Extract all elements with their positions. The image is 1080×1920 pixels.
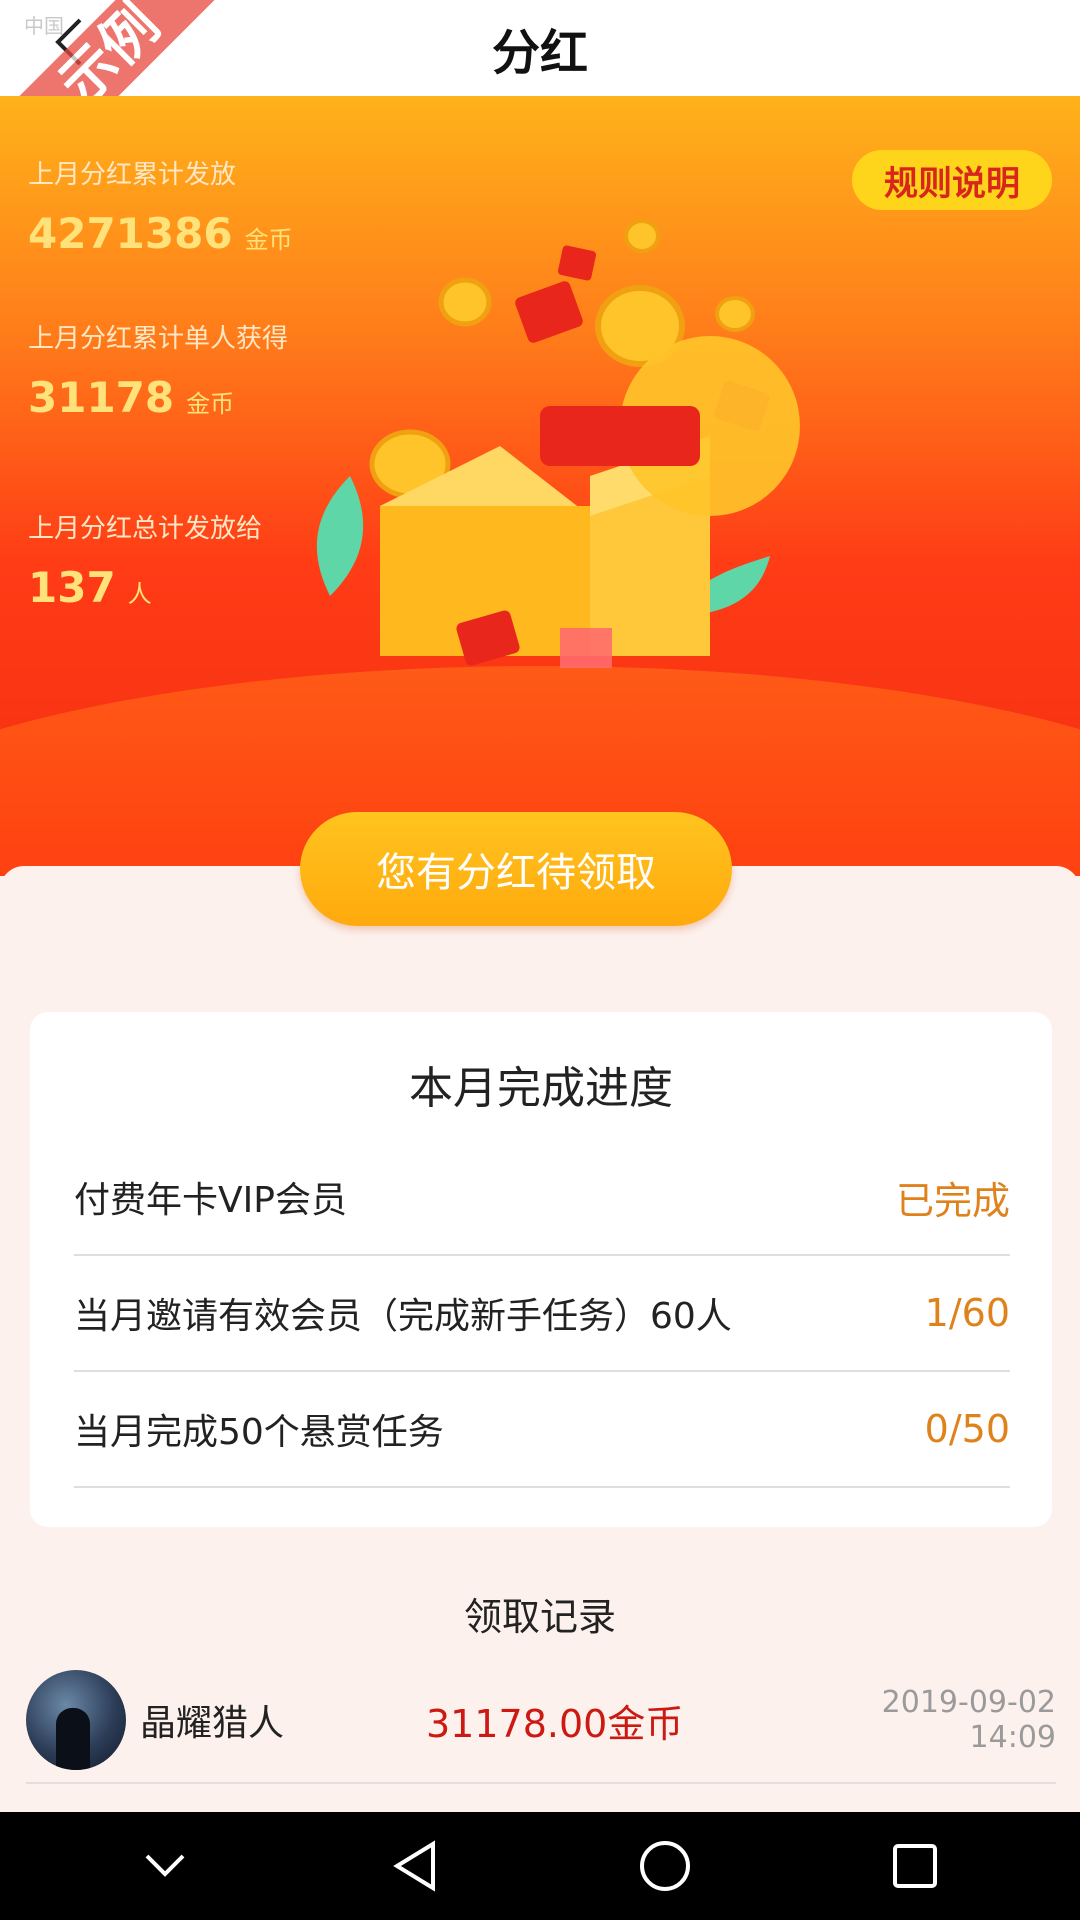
- task-status: 已完成: [895, 1178, 1010, 1223]
- record-user-name: 晶耀猎人: [140, 1703, 285, 1744]
- avatar-silhouette: [56, 1708, 90, 1770]
- record-amount: 31178.00金币: [426, 1701, 684, 1746]
- task-row: 当月邀请有效会员（完成新手任务）60人 1/60: [74, 1256, 1010, 1372]
- progress-title: 本月完成进度: [409, 1063, 673, 1114]
- system-navigation-bar: [0, 1812, 1080, 1920]
- task-name: 当月邀请有效会员（完成新手任务）60人: [74, 1296, 732, 1337]
- stat-value: 4271386: [28, 209, 233, 258]
- monthly-progress-card: 本月完成进度 付费年卡VIP会员 已完成 当月邀请有效会员（完成新手任务）60人…: [30, 1012, 1052, 1527]
- stat-label: 上月分红累计单人获得: [28, 324, 289, 354]
- task-status: 1/60: [924, 1291, 1010, 1335]
- chevron-down-icon: [145, 1854, 185, 1877]
- home-circle-icon: [640, 1841, 690, 1891]
- recents-square-icon: [893, 1844, 937, 1888]
- nav-home-button[interactable]: [620, 1821, 710, 1911]
- stat-recipients: 上月分红总计发放给 137 人: [28, 508, 262, 612]
- task-name: 当月完成50个悬赏任务: [74, 1412, 444, 1453]
- avatar: [26, 1670, 126, 1770]
- task-row: 付费年卡VIP会员 已完成: [74, 1140, 1010, 1256]
- claim-dividend-button[interactable]: 您有分红待领取: [300, 812, 732, 926]
- record-time: 2019-09-02 14:09: [881, 1685, 1056, 1755]
- page-title: 分红: [491, 25, 588, 81]
- watermark-caption: 中国: [24, 14, 64, 38]
- task-name: 付费年卡VIP会员: [74, 1180, 347, 1221]
- nav-back-button[interactable]: [370, 1821, 460, 1911]
- back-triangle-icon: [393, 1840, 435, 1892]
- stat-total-issued: 上月分红累计发放 4271386 金币: [28, 154, 293, 258]
- rules-button[interactable]: 规则说明: [852, 150, 1052, 210]
- dividend-banner: 上月分红累计发放 4271386 金币 上月分红累计单人获得 31178 金币 …: [0, 96, 1080, 876]
- treasure-chest-illustration: [316, 219, 800, 668]
- stat-unit: 人: [127, 580, 152, 608]
- task-row: 当月完成50个悬赏任务 0/50: [74, 1372, 1010, 1488]
- records-title: 领取记录: [463, 1595, 616, 1639]
- record-divider: [26, 1782, 1056, 1784]
- stat-single-max: 上月分红累计单人获得 31178 金币: [28, 318, 288, 422]
- stat-label: 上月分红总计发放给: [28, 514, 263, 544]
- stat-value: 137: [28, 563, 116, 612]
- task-status: 0/50: [924, 1407, 1010, 1451]
- stat-value: 31178: [28, 373, 175, 422]
- stat-unit: 金币: [186, 390, 235, 418]
- record-row: 晶耀猎人 31178.00金币 2019-09-02 14:09: [26, 1670, 1056, 1770]
- nav-hide-button[interactable]: [120, 1821, 210, 1911]
- nav-recents-button[interactable]: [870, 1821, 960, 1911]
- stat-label: 上月分红累计发放: [28, 160, 237, 190]
